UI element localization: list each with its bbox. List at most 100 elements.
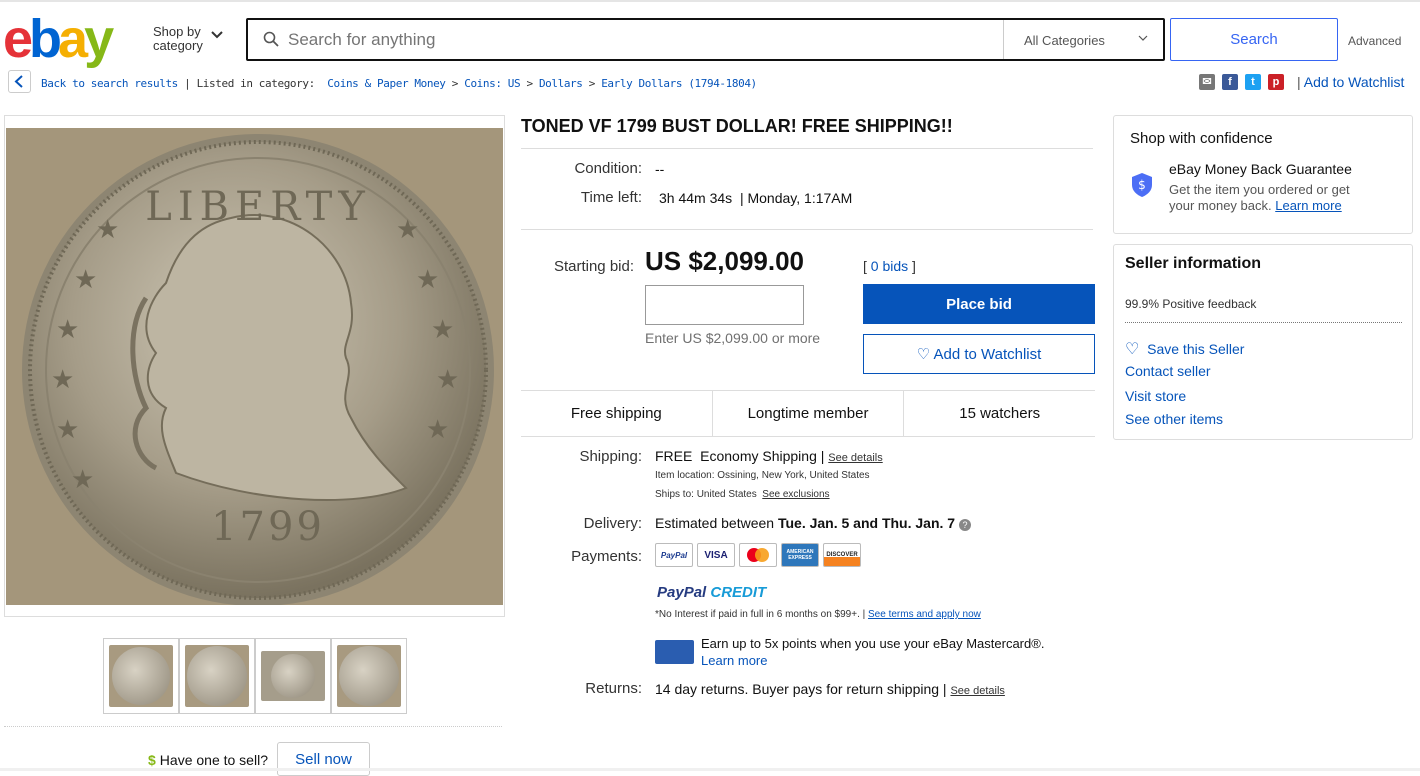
coin-image[interactable]: LIBERTY 1799 ★ ★ ★ ★ ★ ★ ★ ★ ★ ★ ★	[6, 128, 503, 605]
email-icon[interactable]: ✉	[1199, 74, 1215, 90]
divider	[521, 229, 1093, 230]
bid-amount-input[interactable]	[645, 285, 804, 325]
svg-text:★: ★	[436, 365, 459, 395]
back-to-results-link[interactable]: Back to search results	[41, 77, 178, 90]
heart-icon: ♡	[916, 346, 931, 363]
back-button[interactable]	[8, 70, 31, 93]
returns-label: Returns:	[585, 680, 642, 697]
guarantee-desc: your money back. Learn more	[1169, 198, 1342, 213]
bid-hint: Enter US $2,099.00 or more	[645, 330, 821, 346]
twitter-icon[interactable]: t	[1245, 74, 1261, 90]
shipping-label: Shipping:	[579, 448, 642, 465]
paypal-icon: PayPal	[655, 543, 693, 567]
mastercard-card-icon	[655, 640, 694, 664]
thumbnail[interactable]	[103, 638, 179, 714]
coin-year-text: 1799	[211, 504, 325, 550]
breadcrumb-item[interactable]: Coins: US	[464, 77, 520, 90]
svg-text:$: $	[1138, 178, 1146, 192]
breadcrumb-item[interactable]: Dollars	[539, 77, 583, 90]
search-input[interactable]	[288, 23, 988, 57]
svg-text:★: ★	[426, 415, 449, 445]
search-icon	[263, 31, 279, 47]
facebook-icon[interactable]: f	[1222, 74, 1238, 90]
returns-details-link[interactable]: See details	[950, 685, 1004, 697]
add-to-watchlist-button[interactable]: ♡ Add to Watchlist	[863, 334, 1095, 374]
guarantee-desc: Get the item you ordered or get	[1169, 182, 1350, 197]
paypal-credit-logo: PayPal CREDIT	[657, 584, 767, 601]
stat-item: Longtime member	[713, 391, 905, 436]
place-bid-button[interactable]: Place bid	[863, 284, 1095, 324]
search-button[interactable]: Search	[1170, 18, 1338, 61]
breadcrumb-separator: >	[451, 77, 459, 90]
confidence-title: Shop with confidence	[1130, 130, 1273, 147]
heart-icon: ♡	[1125, 341, 1140, 358]
thumbnail[interactable]	[331, 638, 407, 714]
see-details-link[interactable]: See details	[828, 452, 882, 464]
time-left-value: 3h 44m 34s | Monday, 1:17AM	[659, 190, 853, 206]
item-location: Item location: Ossining, New York, Unite…	[655, 470, 870, 481]
coin-illustration: LIBERTY 1799 ★ ★ ★ ★ ★ ★ ★ ★ ★ ★ ★	[6, 128, 503, 605]
thumbnail[interactable]	[179, 638, 255, 714]
learn-more-link[interactable]: Learn more	[1275, 198, 1341, 213]
listed-in-label: | Listed in category:	[184, 77, 315, 90]
shop-by-category[interactable]: Shop by category	[153, 25, 203, 53]
shield-icon: $	[1132, 173, 1152, 197]
payment-methods: PayPal VISA AMERICAN EXPRESS DISCOVER	[655, 543, 861, 567]
mastercard-icon	[739, 543, 777, 567]
chevron-down-icon[interactable]	[210, 30, 224, 40]
bids-count: [ 0 bids ]	[863, 258, 916, 274]
advanced-search-link[interactable]: Advanced	[1348, 34, 1401, 48]
other-items-link[interactable]: See other items	[1125, 411, 1223, 427]
watchlist-link[interactable]: | Add to Watchlist	[1297, 74, 1404, 90]
condition-label: Condition:	[574, 160, 642, 177]
breadcrumb-item[interactable]: Coins & Paper Money	[327, 77, 446, 90]
category-select[interactable]: All Categories	[1024, 33, 1105, 48]
divider	[4, 726, 502, 727]
help-icon[interactable]: ?	[958, 519, 971, 531]
svg-text:★: ★	[71, 465, 94, 495]
stats-bar: Free shipping Longtime member 15 watcher…	[521, 390, 1095, 437]
contact-seller-link[interactable]: Contact seller	[1125, 363, 1211, 379]
thumbnail[interactable]	[255, 638, 331, 714]
thumbnail-strip	[103, 638, 407, 714]
ebay-logo[interactable]: ebay	[3, 12, 114, 66]
have-one-to-sell: $ Have one to sell?	[148, 752, 268, 768]
svg-text:★: ★	[416, 265, 439, 295]
ships-to: Ships to: United States See exclusions	[655, 489, 830, 500]
coin-liberty-text: LIBERTY	[145, 184, 370, 230]
chevron-down-icon[interactable]	[1138, 35, 1148, 42]
have-one-label: Have one to sell?	[159, 752, 268, 768]
add-to-watchlist-label: Add to Watchlist	[933, 346, 1042, 363]
svg-text:★: ★	[431, 315, 454, 345]
returns-value: 14 day returns. Buyer pays for return sh…	[655, 681, 1005, 697]
shipping-value: FREE Economy Shipping | See details	[655, 448, 883, 464]
condition-value: --	[655, 161, 665, 177]
save-seller-link[interactable]: ♡ Save this Seller	[1125, 339, 1244, 359]
breadcrumb-separator: >	[588, 77, 596, 90]
see-terms-link[interactable]: See terms and apply now	[868, 609, 981, 620]
credit-note: *No Interest if paid in full in 6 months…	[655, 609, 981, 620]
top-border	[0, 0, 1420, 2]
see-exclusions-link[interactable]: See exclusions	[762, 489, 829, 500]
stat-item: Free shipping	[521, 391, 713, 436]
seller-info-title: Seller information	[1125, 255, 1262, 272]
visa-icon: VISA	[697, 543, 735, 567]
delivery-value: Estimated between Tue. Jan. 5 and Thu. J…	[655, 515, 971, 531]
stat-item: 15 watchers	[959, 405, 1041, 422]
price: US $2,099.00	[645, 246, 805, 276]
payments-label: Payments:	[571, 548, 642, 565]
chevron-left-icon	[14, 75, 23, 88]
mastercard-promo: Earn up to 5x points when you use your e…	[701, 636, 1045, 651]
visit-store-link[interactable]: Visit store	[1125, 388, 1186, 404]
dollar-icon: $	[148, 752, 156, 768]
breadcrumb-item[interactable]: Early Dollars (1794-1804)	[601, 77, 757, 90]
svg-text:★: ★	[51, 365, 74, 395]
guarantee-title: eBay Money Back Guarantee	[1169, 161, 1352, 177]
svg-text:★: ★	[56, 415, 79, 445]
add-to-watchlist-link[interactable]: Add to Watchlist	[1304, 74, 1405, 90]
learn-more-link[interactable]: Learn more	[701, 653, 767, 668]
bids-link[interactable]: 0 bids	[871, 258, 908, 274]
seller-feedback: 99.9% Positive feedback	[1125, 297, 1257, 311]
discover-icon: DISCOVER	[823, 543, 861, 567]
pinterest-icon[interactable]: p	[1268, 74, 1284, 90]
